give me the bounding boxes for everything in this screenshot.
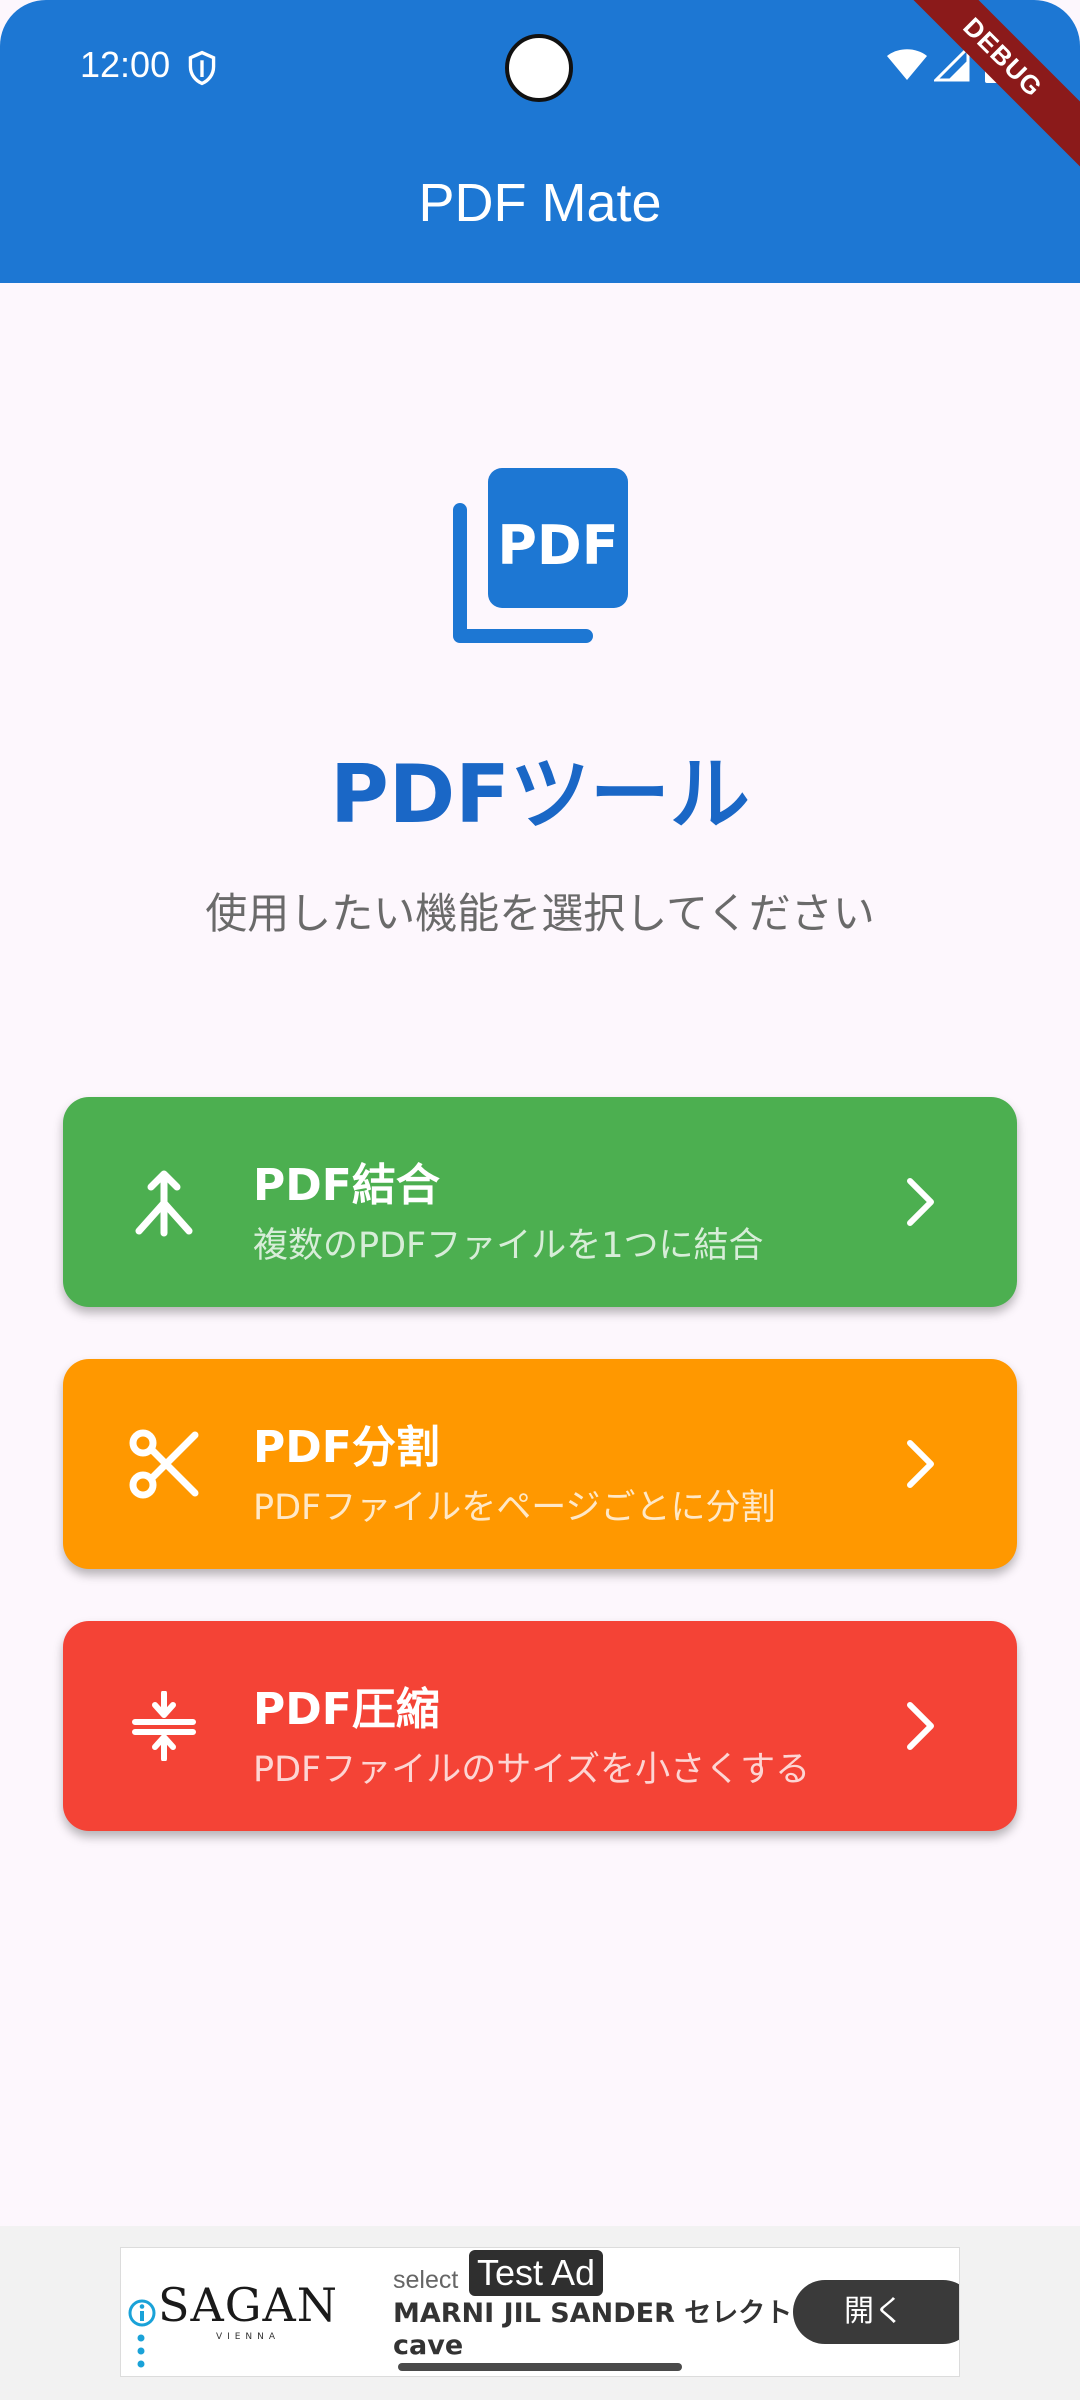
shield-icon xyxy=(188,50,216,86)
camera-cutout xyxy=(505,34,573,102)
status-time: 12:00 xyxy=(80,44,171,85)
test-ad-badge: Test Ad xyxy=(469,2250,604,2296)
card-description: PDFファイルをページごとに分割 xyxy=(253,1488,776,1528)
debug-banner: DEBUG xyxy=(884,0,1080,176)
card-title: PDF分割 xyxy=(253,1422,440,1473)
app-title: PDF Mate xyxy=(418,173,662,233)
ad-label: select xyxy=(393,2266,459,2294)
card-description: 複数のPDFファイルを1つに結合 xyxy=(253,1226,764,1266)
page-title: PDFツール xyxy=(330,748,750,841)
compress-pdf-card[interactable]: PDF圧縮 PDFファイルのサイズを小さくする xyxy=(63,1621,1017,1831)
pdf-file-icon: PDF xyxy=(453,468,628,643)
ad-open-button[interactable]: 開く xyxy=(793,2280,959,2344)
wifi-icon xyxy=(887,49,927,80)
ad-headline: MARNI JIL SANDER セレクト cave xyxy=(393,2298,793,2361)
ad-banner[interactable]: SAGAN VIENNA select Test Ad MARNI JIL SA… xyxy=(120,2247,960,2377)
chevron-right-icon xyxy=(907,1178,934,1226)
card-title: PDF圧縮 xyxy=(253,1684,440,1735)
card-description: PDFファイルのサイズを小さくする xyxy=(253,1750,811,1790)
app-bar: 12:00 DEBUG PDF Mate xyxy=(0,0,1080,283)
split-pdf-card[interactable]: PDF分割 PDFファイルをページごとに分割 xyxy=(63,1359,1017,1569)
scissors-icon xyxy=(129,1429,199,1499)
merge-icon xyxy=(135,1170,193,1237)
page-subtitle: 使用したい機能を選択してください xyxy=(205,889,875,938)
more-options-icon[interactable] xyxy=(137,2334,145,2368)
home-indicator[interactable] xyxy=(398,2363,682,2371)
compress-icon xyxy=(132,1691,196,1761)
ad-brand-logo: SAGAN xyxy=(158,2278,338,2332)
chevron-right-icon xyxy=(907,1702,934,1750)
ad-brand-subtext: VIENNA xyxy=(215,2332,281,2342)
card-title: PDF結合 xyxy=(253,1160,440,1211)
merge-pdf-card[interactable]: PDF結合 複数のPDFファイルを1つに結合 xyxy=(63,1097,1017,1307)
pdf-logo-text: PDF xyxy=(497,514,618,577)
chevron-right-icon xyxy=(907,1440,934,1488)
